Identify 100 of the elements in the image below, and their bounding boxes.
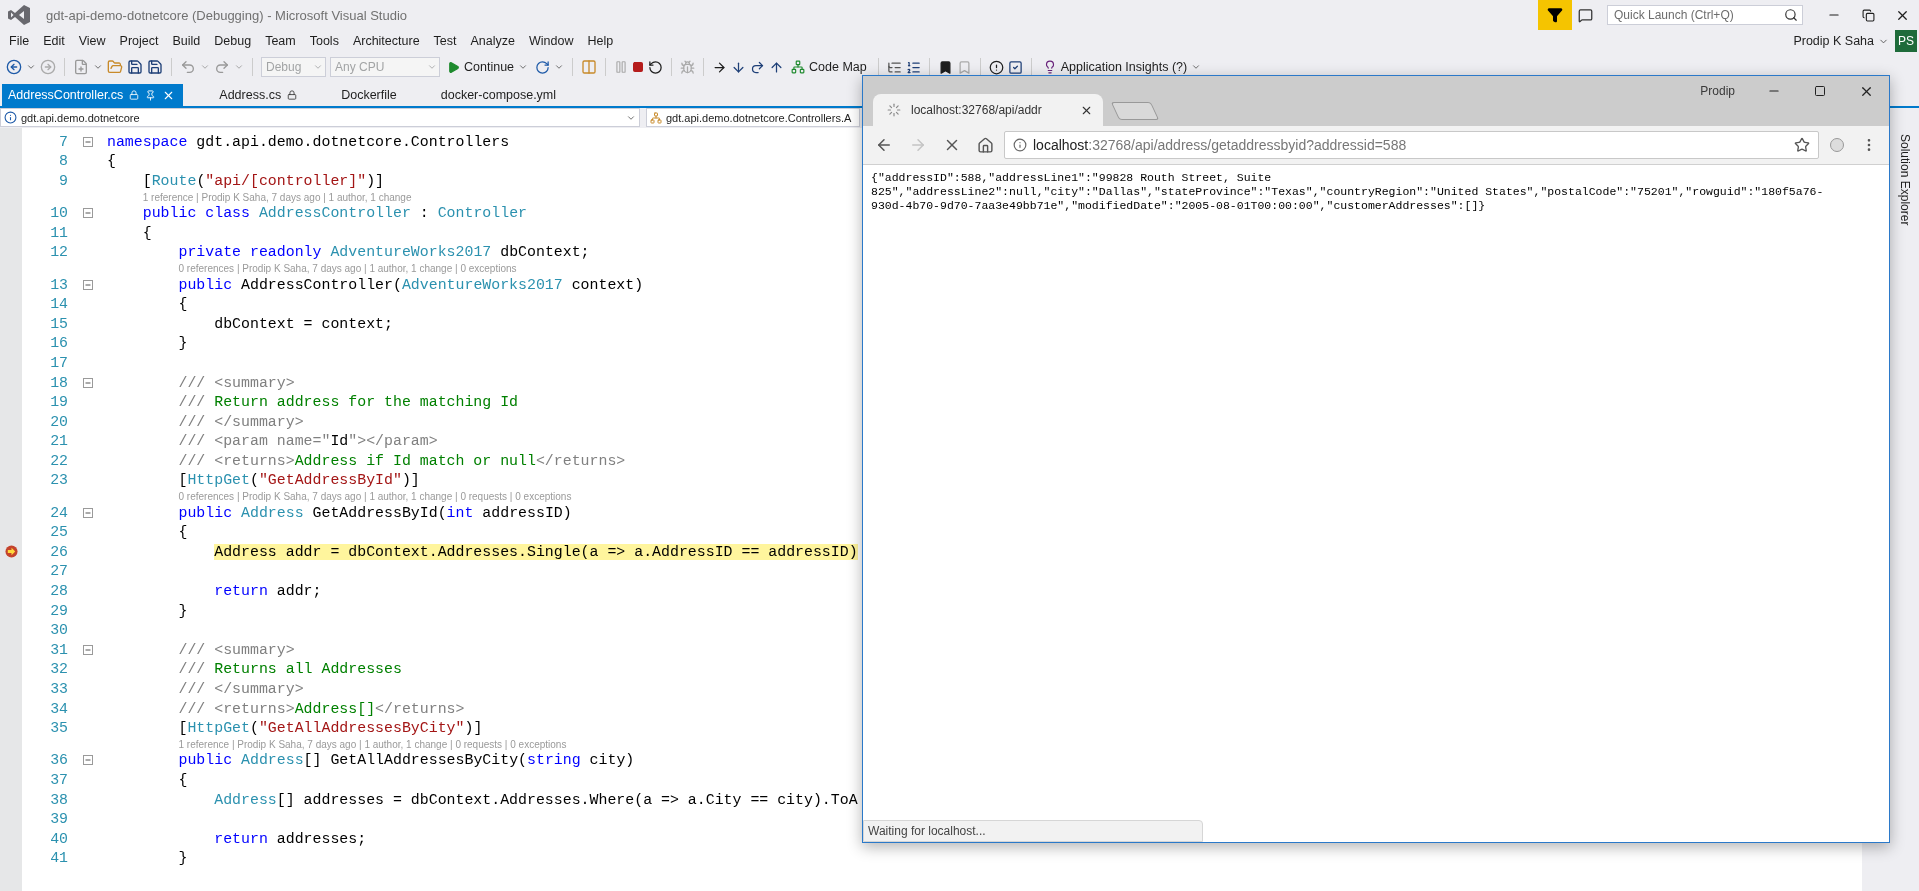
- collapse-button[interactable]: [82, 136, 93, 147]
- new-file-icon[interactable]: [73, 59, 89, 75]
- document-tab[interactable]: Dockerfile: [335, 84, 405, 106]
- insights-button[interactable]: Application Insights (?): [1039, 56, 1205, 78]
- menu-item[interactable]: Debug: [207, 30, 259, 52]
- star-icon[interactable]: [1794, 137, 1810, 153]
- code-line: }: [177, 335, 188, 352]
- line-number: 26: [49, 543, 68, 560]
- menu-item[interactable]: File: [2, 30, 37, 52]
- bug-icon[interactable]: [680, 59, 696, 75]
- step-over-icon[interactable]: [750, 59, 766, 75]
- collapse-button[interactable]: [82, 755, 93, 766]
- menu-item[interactable]: Help: [580, 30, 621, 52]
- diagram-icon: [791, 60, 806, 74]
- undo-icon[interactable]: [180, 59, 196, 75]
- restart-icon[interactable]: [648, 59, 664, 75]
- menu-item[interactable]: Project: [112, 30, 166, 52]
- window-icon[interactable]: [581, 59, 598, 75]
- back-icon[interactable]: [6, 59, 22, 75]
- collapse-button[interactable]: [82, 507, 93, 518]
- collapse-button[interactable]: [82, 644, 93, 655]
- menu-item[interactable]: Analyze: [463, 30, 522, 52]
- caret-icon: [1191, 62, 1202, 72]
- forward-icon: [909, 136, 927, 154]
- forward-icon[interactable]: [40, 59, 56, 75]
- quick-launch-field[interactable]: Quick Launch (Ctrl+Q): [1607, 5, 1803, 25]
- menu-item[interactable]: Edit: [36, 30, 72, 52]
- lock-icon: [129, 90, 140, 100]
- code-line: /// <summary>: [177, 374, 295, 391]
- redo-icon[interactable]: [214, 59, 230, 75]
- code-line: }: [177, 602, 188, 619]
- menu-item[interactable]: Tools: [302, 30, 346, 52]
- line-number: 40: [49, 830, 68, 847]
- line-number: 30: [49, 622, 68, 639]
- breakpoint-arrow-icon: [4, 545, 18, 559]
- continue-button[interactable]: Continue: [444, 56, 532, 78]
- line-number: 29: [49, 602, 68, 619]
- line-number: 38: [49, 791, 68, 808]
- line-number: 15: [49, 315, 68, 332]
- menu-item[interactable]: View: [71, 30, 113, 52]
- line-number: 11: [49, 224, 68, 241]
- address-bar[interactable]: localhost:32768/api/address/getaddressbyid?addressid=588: [1004, 131, 1819, 159]
- menu-item[interactable]: Build: [165, 30, 208, 52]
- code-line: public AddressController(AdventureWorks2017 context): [177, 276, 644, 293]
- menu-item[interactable]: Test: [426, 30, 464, 52]
- home-icon: [977, 136, 994, 154]
- notifications-button[interactable]: [1538, 0, 1572, 30]
- line-number: 12: [49, 244, 68, 261]
- spinner-icon: [887, 103, 901, 117]
- step-out-icon[interactable]: [769, 59, 785, 75]
- line-number: 34: [49, 700, 68, 717]
- list-icon[interactable]: [905, 59, 921, 75]
- step-into-icon[interactable]: [731, 59, 747, 75]
- caret-icon[interactable]: [93, 62, 103, 72]
- browser-tab[interactable]: localhost:32768/api/addr: [873, 94, 1103, 126]
- code-line: /// <param name="Id"></param>: [177, 433, 438, 450]
- stop-icon[interactable]: [632, 61, 645, 73]
- document-tab[interactable]: Address.cs: [213, 84, 306, 106]
- code-line: [Route("api/[controller]")]: [141, 173, 385, 189]
- refresh-icon[interactable]: [535, 59, 551, 75]
- line-number: 18: [49, 374, 68, 391]
- project-dropdown[interactable]: gdt.api.demo.dotnetcore: [0, 108, 640, 127]
- avatar[interactable]: PS: [1895, 30, 1917, 52]
- lock-icon: [287, 90, 298, 100]
- save-icon[interactable]: [127, 59, 143, 75]
- search-icon: [1784, 8, 1798, 22]
- menu-item[interactable]: Architecture: [345, 30, 427, 52]
- document-tab[interactable]: docker-compose.yml: [434, 84, 565, 106]
- document-tab[interactable]: AddressController.cs: [2, 84, 184, 106]
- code-line: /// Returns all Addresses: [177, 661, 402, 678]
- code-line: /// </summary>: [177, 681, 304, 697]
- line-number: 17: [49, 354, 68, 371]
- profile-name[interactable]: Prodip: [1700, 84, 1735, 98]
- collapse-button[interactable]: [82, 279, 93, 290]
- caret-icon[interactable]: [554, 62, 565, 72]
- arrow-icon[interactable]: [712, 59, 728, 75]
- code-line: {: [177, 772, 188, 788]
- bookmark-icon[interactable]: [937, 59, 953, 75]
- checklist-icon[interactable]: [1007, 59, 1023, 75]
- code-line: return addr;: [213, 583, 322, 600]
- account-menu[interactable]: Prodip K Saha: [1787, 34, 1895, 48]
- caret-icon[interactable]: [234, 62, 244, 72]
- tree-icon[interactable]: [886, 59, 902, 75]
- line-number: 14: [49, 296, 68, 313]
- type-dropdown[interactable]: gdt.api.demo.dotnetcore.Controllers.A: [646, 108, 860, 127]
- code-line: /// <returns>Address if Id match or null</returns>: [177, 452, 626, 469]
- caret-icon[interactable]: [26, 62, 36, 72]
- caret-icon[interactable]: [200, 62, 210, 72]
- collapse-button[interactable]: [82, 208, 93, 219]
- pin-icon[interactable]: [145, 89, 157, 101]
- collapse-button[interactable]: [82, 377, 93, 388]
- code-line: public Address[] GetAllAddressesByCity(string city): [177, 752, 635, 769]
- line-number: 35: [49, 720, 68, 737]
- alert-icon[interactable]: [988, 59, 1004, 75]
- menu-item[interactable]: Team: [258, 30, 303, 52]
- line-number: 22: [49, 452, 68, 469]
- menu-item[interactable]: Window: [522, 30, 581, 52]
- save-all-icon[interactable]: [147, 59, 163, 75]
- code-lens: 1 reference | Prodip K Saha, 7 days ago | 1 author, 1 change: [142, 191, 412, 203]
- code-map-button[interactable]: Code Map: [788, 56, 870, 78]
